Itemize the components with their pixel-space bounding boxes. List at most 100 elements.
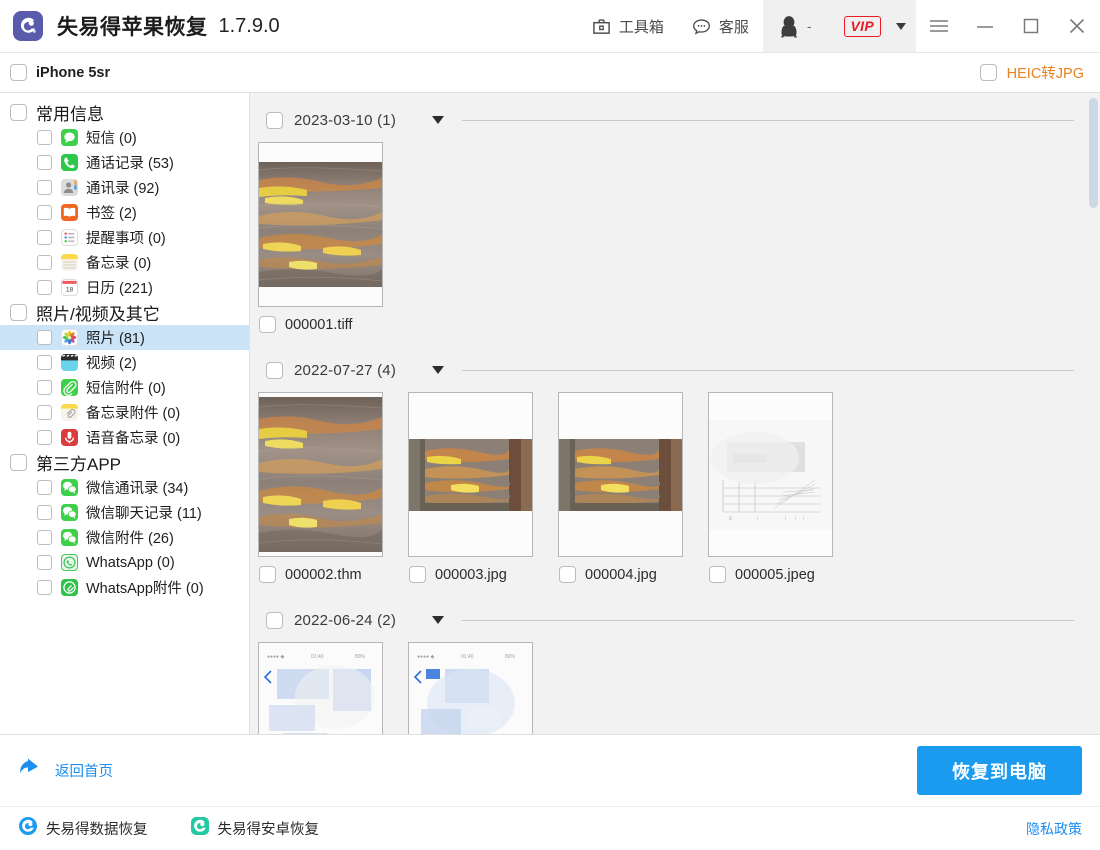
item-checkbox[interactable] — [37, 130, 52, 145]
content-scrollbar-track[interactable] — [1087, 93, 1100, 734]
sidebar-item-call-history[interactable]: 通话记录 (53) — [0, 150, 249, 175]
item-checkbox[interactable] — [37, 330, 52, 345]
sidebar-item-notes[interactable]: 备忘录 (0) — [0, 250, 249, 275]
privacy-policy-link[interactable]: 隐私政策 — [1026, 819, 1082, 839]
photo-caption: 000005.jpeg — [708, 566, 833, 583]
recover-to-computer-button[interactable]: 恢复到电脑 — [917, 746, 1082, 795]
item-checkbox[interactable] — [37, 255, 52, 270]
collapse-triangle-icon[interactable] — [432, 616, 444, 624]
item-checkbox[interactable] — [37, 430, 52, 445]
maximize-icon[interactable] — [1008, 0, 1054, 52]
collapse-triangle-icon[interactable] — [432, 116, 444, 124]
photo-checkbox[interactable] — [559, 566, 576, 583]
item-checkbox[interactable] — [37, 280, 52, 295]
photo-filename: 000004.jpg — [585, 567, 657, 583]
photo-checkbox[interactable] — [409, 566, 426, 583]
chevron-down-icon[interactable] — [896, 23, 906, 30]
whatsapp-icon — [61, 554, 78, 571]
support-button[interactable]: 客服 — [678, 0, 763, 52]
toolbox-button[interactable]: 工具箱 — [578, 0, 678, 52]
item-checkbox[interactable] — [37, 530, 52, 545]
sidebar-item-photos[interactable]: 照片 (81) — [0, 325, 249, 350]
sidebar-item-whatsapp[interactable]: WhatsApp (0) — [0, 550, 249, 575]
back-to-home-button[interactable]: 返回首页 — [18, 757, 113, 784]
wechat-chat-icon — [61, 504, 78, 521]
footer-bar: 失易得数据恢复 失易得安卓恢复 隐私政策 — [0, 806, 1100, 850]
hamburger-menu-icon[interactable] — [916, 0, 962, 52]
date-group-checkbox[interactable] — [266, 362, 283, 379]
item-checkbox[interactable] — [37, 180, 52, 195]
device-checkbox[interactable] — [10, 64, 27, 81]
date-group-checkbox[interactable] — [266, 612, 283, 629]
item-checkbox[interactable] — [37, 205, 52, 220]
photo-thumbnail[interactable]: ●●●● ◆01:4080% — [408, 642, 533, 734]
close-icon[interactable] — [1054, 0, 1100, 52]
date-group-divider — [462, 120, 1074, 121]
item-checkbox[interactable] — [37, 355, 52, 370]
content-scrollbar-thumb[interactable] — [1089, 98, 1098, 208]
sidebar-item-sms-attachments[interactable]: 短信附件 (0) — [0, 375, 249, 400]
sidebar-item-sms[interactable]: 短信 (0) — [0, 125, 249, 150]
sidebar-item-wechat-chats[interactable]: 微信聊天记录 (11) — [0, 500, 249, 525]
sidebar-item-reminders[interactable]: 提醒事项 (0) — [0, 225, 249, 250]
sidebar-item-calendar[interactable]: 18 日历 (221) — [0, 275, 249, 300]
group-label: 常用信息 — [36, 100, 104, 125]
photo-checkbox[interactable] — [259, 566, 276, 583]
photo-thumbnail[interactable] — [258, 142, 383, 307]
item-label: 备忘录附件 (0) — [86, 402, 180, 423]
photo-tile-row: 000001.tiff — [250, 142, 1100, 333]
item-checkbox[interactable] — [37, 480, 52, 495]
sidebar-item-wechat-contacts[interactable]: 微信通讯录 (34) — [0, 475, 249, 500]
photo-scroll-area: 2023-03-10 (1) — [250, 93, 1100, 734]
item-checkbox[interactable] — [37, 405, 52, 420]
sidebar-group-third-party-apps[interactable]: 第三方APP — [0, 450, 249, 475]
photo-checkbox[interactable] — [709, 566, 726, 583]
group-checkbox[interactable] — [10, 454, 27, 471]
photo-thumbnail[interactable] — [258, 392, 383, 557]
sidebar-group-photos-videos[interactable]: 照片/视频及其它 — [0, 300, 249, 325]
sidebar-item-notes-attachments[interactable]: 备忘录附件 (0) — [0, 400, 249, 425]
messages-icon — [61, 129, 78, 146]
sidebar-item-bookmarks[interactable]: 书签 (2) — [0, 200, 249, 225]
photo-checkbox[interactable] — [259, 316, 276, 333]
whatsapp-attachment-icon — [61, 579, 78, 596]
collapse-triangle-icon[interactable] — [432, 366, 444, 374]
date-group-checkbox[interactable] — [266, 112, 283, 129]
item-checkbox[interactable] — [37, 230, 52, 245]
app-version: 1.7.9.0 — [219, 15, 280, 38]
date-group-label: 2022-07-27 (4) — [294, 362, 396, 379]
sidebar-item-videos[interactable]: 视频 (2) — [0, 350, 249, 375]
photo-tile: 000003.jpg — [408, 392, 533, 583]
sidebar-item-voice-memos[interactable]: 语音备忘录 (0) — [0, 425, 249, 450]
android-recovery-link[interactable]: 失易得安卓恢复 — [190, 816, 320, 841]
sidebar-group-common-info[interactable]: 常用信息 — [0, 100, 249, 125]
svg-text:●●●● ◆: ●●●● ◆ — [267, 654, 284, 660]
data-recovery-link[interactable]: 失易得数据恢复 — [18, 816, 148, 841]
photo-thumbnail[interactable] — [408, 392, 533, 557]
sidebar-item-whatsapp-attachments[interactable]: WhatsApp附件 (0) — [0, 575, 249, 600]
item-checkbox[interactable] — [37, 505, 52, 520]
item-label: WhatsApp附件 (0) — [86, 577, 204, 598]
photo-thumbnail[interactable]: ●●●● ◆01:4080% — [258, 642, 383, 734]
photo-thumbnail[interactable]: |||| ||| — [708, 392, 833, 557]
group-checkbox[interactable] — [10, 304, 27, 321]
heic-convert-checkbox[interactable] — [980, 64, 997, 81]
sidebar-item-wechat-attachments[interactable]: 微信附件 (26) — [0, 525, 249, 550]
photo-tile: |||| ||| 000005.jpeg — [708, 392, 833, 583]
item-checkbox[interactable] — [37, 555, 52, 570]
minimize-icon[interactable] — [962, 0, 1008, 52]
photo-thumbnail[interactable] — [558, 392, 683, 557]
photo-filename: 000003.jpg — [435, 567, 507, 583]
item-label: 书签 (2) — [86, 202, 137, 223]
item-checkbox[interactable] — [37, 155, 52, 170]
device-bar: iPhone 5sr HEIC转JPG — [0, 52, 1100, 93]
sidebar-item-contacts[interactable]: 通讯录 (92) — [0, 175, 249, 200]
photo-tile: 000001.tiff — [258, 142, 383, 333]
vip-badge[interactable]: VIP — [844, 16, 881, 37]
item-label: 语音备忘录 (0) — [86, 427, 180, 448]
account-area[interactable]: - VIP — [763, 0, 916, 52]
item-checkbox[interactable] — [37, 580, 52, 595]
item-checkbox[interactable] — [37, 380, 52, 395]
group-checkbox[interactable] — [10, 104, 27, 121]
item-label: 微信聊天记录 (11) — [86, 502, 202, 523]
